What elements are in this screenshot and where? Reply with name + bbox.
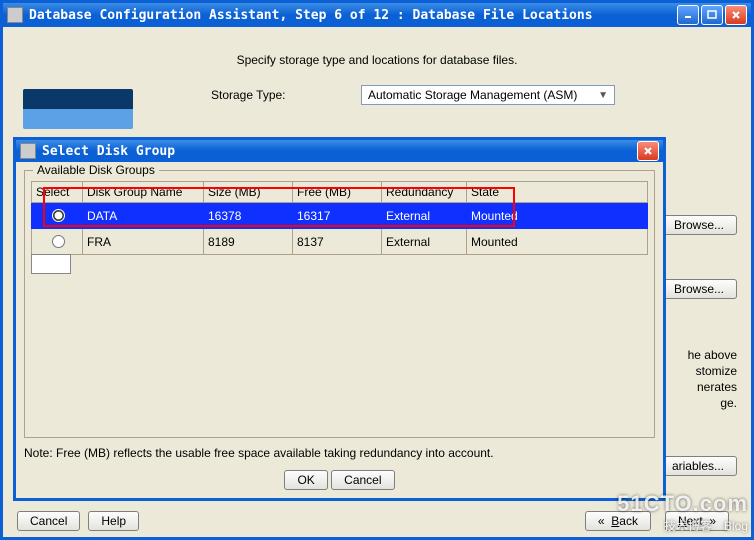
cell-redundancy: External bbox=[382, 229, 467, 255]
nav-buttons: « Back Next » bbox=[585, 511, 737, 531]
ok-button[interactable]: OK bbox=[284, 470, 327, 490]
col-select[interactable]: Select bbox=[32, 182, 83, 203]
cell-free: 8137 bbox=[293, 229, 382, 255]
storage-type-value: Automatic Storage Management (ASM) bbox=[368, 88, 577, 102]
dialog-cancel-button[interactable]: Cancel bbox=[331, 470, 394, 490]
bg-text-4: ge. bbox=[720, 395, 737, 412]
cell-name: DATA bbox=[83, 203, 204, 229]
close-button[interactable] bbox=[725, 5, 747, 25]
cell-free: 16317 bbox=[293, 203, 382, 229]
window-title: Database Configuration Assistant, Step 6… bbox=[29, 8, 593, 23]
dialog-close-button[interactable] bbox=[637, 141, 659, 161]
main-titlebar[interactable]: Database Configuration Assistant, Step 6… bbox=[3, 3, 751, 27]
cell-state: Mounted bbox=[467, 229, 648, 255]
cell-state: Mounted bbox=[467, 203, 648, 229]
browse-button-2[interactable]: Browse... bbox=[661, 279, 737, 299]
disk-groups-table: Select Disk Group Name Size (MB) Free (M… bbox=[31, 181, 648, 255]
storage-type-dropdown[interactable]: Automatic Storage Management (ASM) ▼ bbox=[361, 85, 615, 105]
bg-text-1: he above bbox=[688, 347, 737, 364]
storage-type-label: Storage Type: bbox=[211, 88, 361, 102]
col-size[interactable]: Size (MB) bbox=[204, 182, 293, 203]
maximize-button[interactable] bbox=[701, 5, 723, 25]
variables-button[interactable]: ariables... bbox=[659, 456, 737, 476]
app-icon bbox=[7, 7, 23, 23]
wizard-nav: Cancel Help « Back Next » bbox=[17, 511, 737, 531]
dialog-note: Note: Free (MB) reflects the usable free… bbox=[24, 446, 655, 460]
col-free[interactable]: Free (MB) bbox=[293, 182, 382, 203]
wizard-logo bbox=[23, 89, 133, 129]
bg-text-3: nerates bbox=[697, 379, 737, 396]
row-select-radio[interactable] bbox=[52, 209, 65, 222]
table-row[interactable]: FRA 8189 8137 External Mounted bbox=[32, 229, 648, 255]
next-button[interactable]: Next » bbox=[665, 511, 729, 531]
cell-size: 16378 bbox=[204, 203, 293, 229]
disk-groups-fieldset: Available Disk Groups Select Disk Group … bbox=[24, 170, 655, 438]
table-row[interactable]: DATA 16378 16317 External Mounted bbox=[32, 203, 648, 229]
minimize-button[interactable] bbox=[677, 5, 699, 25]
table-header-row: Select Disk Group Name Size (MB) Free (M… bbox=[32, 182, 648, 203]
main-content: Specify storage type and locations for d… bbox=[3, 27, 751, 127]
storage-type-row: Storage Type: Automatic Storage Manageme… bbox=[211, 85, 733, 105]
back-button[interactable]: « Back bbox=[585, 511, 651, 531]
col-redundancy[interactable]: Redundancy bbox=[382, 182, 467, 203]
bg-text-2: stomize bbox=[696, 363, 737, 380]
window-buttons bbox=[677, 5, 747, 25]
instruction-text: Specify storage type and locations for d… bbox=[21, 53, 733, 67]
select-disk-group-dialog: Select Disk Group Available Disk Groups … bbox=[13, 137, 666, 501]
col-state[interactable]: State bbox=[467, 182, 648, 203]
main-window: Database Configuration Assistant, Step 6… bbox=[0, 0, 754, 540]
row-select-radio[interactable] bbox=[52, 235, 65, 248]
dialog-titlebar[interactable]: Select Disk Group bbox=[16, 140, 663, 162]
col-disk-group-name[interactable]: Disk Group Name bbox=[83, 182, 204, 203]
cell-size: 8189 bbox=[204, 229, 293, 255]
dialog-title: Select Disk Group bbox=[42, 144, 175, 159]
dialog-icon bbox=[20, 143, 36, 159]
help-button[interactable]: Help bbox=[88, 511, 139, 531]
table-tailcell bbox=[31, 254, 71, 274]
cancel-button[interactable]: Cancel bbox=[17, 511, 80, 531]
chevron-down-icon: ▼ bbox=[598, 90, 608, 101]
cell-redundancy: External bbox=[382, 203, 467, 229]
dialog-buttons: OK Cancel bbox=[16, 466, 663, 498]
browse-button-1[interactable]: Browse... bbox=[661, 215, 737, 235]
fieldset-legend: Available Disk Groups bbox=[33, 163, 159, 177]
cell-name: FRA bbox=[83, 229, 204, 255]
